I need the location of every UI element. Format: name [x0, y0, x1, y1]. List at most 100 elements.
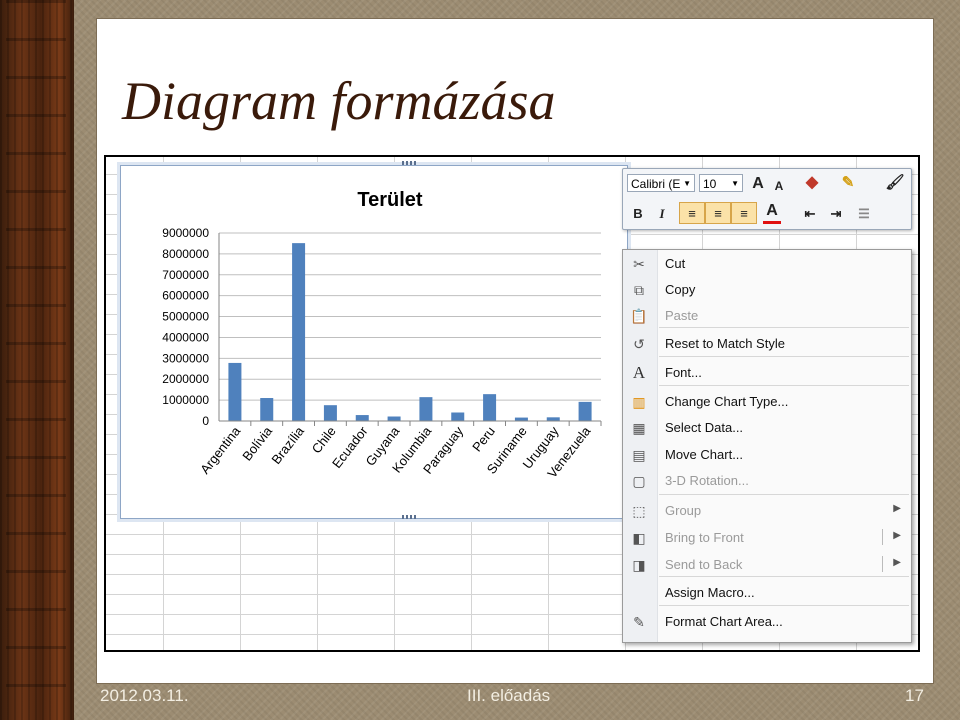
chart-title: Terület	[357, 189, 423, 211]
menu-item-label: Paste	[665, 308, 699, 323]
bar-argentina[interactable]	[228, 362, 242, 421]
decrease-indent-icon[interactable]: ⇤	[801, 203, 819, 225]
menu-item-select-data[interactable]: ▦ Select Data...	[623, 415, 911, 441]
menu-item-label: Send to Back	[665, 557, 743, 572]
format-painter-icon[interactable]: 🖌	[885, 172, 905, 194]
menu-item-paste: 📋 Paste	[623, 303, 911, 329]
submenu-arrow-icon: ▶	[893, 503, 901, 514]
chart-resize-handle-bottom[interactable]	[402, 515, 418, 519]
bar-bolívia[interactable]	[260, 398, 274, 421]
y-tick-label: 0	[202, 414, 209, 428]
menu-item-label: Change Chart Type...	[665, 394, 789, 409]
menu-item-cut[interactable]: ✂ Cut	[623, 251, 911, 277]
y-tick-label: 3000000	[162, 351, 209, 365]
bar-guyana[interactable]	[387, 416, 401, 421]
menu-item-reset-to-match-style[interactable]: ↺ Reset to Match Style	[623, 331, 911, 357]
font-name-select[interactable]: Calibri (E ▼	[627, 174, 695, 192]
reset-style-icon: ↺	[633, 336, 645, 352]
bar-kolumbia[interactable]	[419, 397, 433, 421]
y-tick-label: 4000000	[162, 330, 209, 344]
bar-peru[interactable]	[483, 394, 497, 421]
menu-item-label: Assign Macro...	[665, 585, 755, 600]
chart-type-icon: ▥	[632, 394, 646, 410]
footer-center-text: III. előadás	[467, 686, 551, 705]
y-tick-label: 9000000	[162, 226, 209, 240]
wood-strip	[0, 0, 74, 720]
menu-item-label: Move Chart...	[665, 447, 744, 462]
slide-title: Diagram formázása	[122, 71, 556, 131]
grow-font-button[interactable]: A	[749, 173, 767, 195]
copy-icon: ⧉	[634, 282, 644, 298]
italic-button[interactable]: I	[653, 203, 671, 225]
bar-chile[interactable]	[323, 405, 337, 421]
menu-item-label: Reset to Match Style	[665, 336, 785, 351]
bar-venezuela[interactable]	[578, 401, 592, 421]
y-tick-label: 5000000	[162, 310, 209, 324]
menu-item-send-to-back: ◨ Send to Back ▶	[623, 552, 911, 578]
bold-button[interactable]: B	[629, 203, 647, 225]
footer-page-number: 17	[905, 686, 924, 705]
bring-front-icon: ◧	[632, 530, 646, 546]
bar-brazília[interactable]	[292, 243, 306, 421]
font-icon: A	[632, 363, 646, 382]
context-menu: ✂ Cut ⧉ Copy 📋 Paste ↺ Reset to Match Style A Fon…	[622, 249, 912, 643]
fill-color-icon[interactable]: ◆	[801, 172, 823, 194]
menu-separator	[659, 327, 909, 328]
chart-resize-handle-top[interactable]	[402, 161, 418, 165]
align-center-icon[interactable]: ≡	[705, 202, 731, 224]
menu-item-label: 3-D Rotation...	[665, 473, 749, 488]
menu-item-bring-to-front: ◧ Bring to Front ▶	[623, 525, 911, 551]
paste-icon: 📋	[630, 308, 648, 324]
menu-separator	[659, 605, 909, 606]
x-tick-label: Brazília	[268, 423, 307, 467]
x-tick-label: Chile	[309, 424, 339, 457]
menu-item-move-chart[interactable]: ▤ Move Chart...	[623, 442, 911, 468]
menu-item-label: Cut	[665, 256, 686, 271]
increase-indent-icon[interactable]: ⇥	[827, 203, 845, 225]
menu-item-label: Format Chart Area...	[665, 614, 783, 629]
menu-separator	[659, 385, 909, 386]
menu-separator	[659, 494, 909, 495]
menu-item-group: ⬚ Group ▶	[623, 498, 911, 524]
align-right-icon[interactable]: ≡	[731, 202, 757, 224]
x-tick-label: Argentina	[197, 423, 244, 477]
menu-item-3-d-rotation: ▢ 3-D Rotation...	[623, 468, 911, 494]
format-area-icon: ✎	[633, 614, 645, 630]
font-color-button[interactable]: A	[763, 201, 781, 224]
mini-toolbar: Calibri (E ▼ 10 ▼ A A ◆ ✎ 🖌 B I ≡ ≡ ≡ A ⇤ …	[622, 168, 912, 230]
menu-item-label: Copy	[665, 282, 696, 297]
chart-area[interactable]: Terület 0 1000000 2000000 3000000 4000000 5000…	[120, 165, 628, 519]
y-tick-label: 7000000	[162, 268, 209, 282]
y-tick-label: 1000000	[162, 393, 209, 407]
menu-item-change-chart-type[interactable]: ▥ Change Chart Type...	[623, 389, 911, 415]
x-tick-label: Peru	[469, 424, 498, 455]
bar-uruguay[interactable]	[546, 417, 560, 421]
bar-paraguay[interactable]	[451, 412, 465, 421]
menu-separator	[659, 356, 909, 357]
bullets-icon[interactable]: ☰	[855, 203, 873, 225]
move-chart-icon: ▤	[632, 447, 646, 463]
bar-chart: Terület 0 1000000 2000000 3000000 4000000 5000…	[162, 189, 602, 481]
y-tick-label: 6000000	[162, 289, 209, 303]
bar-suriname[interactable]	[514, 417, 528, 421]
menu-item-label: Group	[665, 503, 702, 518]
submenu-arrow-icon: ▶	[893, 557, 901, 568]
menu-item-label: Font...	[665, 365, 702, 380]
menu-item-font[interactable]: A Font...	[623, 360, 911, 386]
menu-item-format-chart-area[interactable]: ✎ Format Chart Area...	[623, 609, 911, 635]
menu-item-label: Select Data...	[665, 420, 744, 435]
menu-item-assign-macro[interactable]: Assign Macro...	[623, 580, 911, 606]
align-left-icon[interactable]: ≡	[679, 202, 705, 224]
footer-date: 2012.03.11.	[100, 686, 189, 705]
shrink-font-button[interactable]: A	[771, 175, 787, 197]
rotation-icon: ▢	[632, 473, 646, 489]
menu-separator	[659, 576, 909, 577]
y-tick-label: 8000000	[162, 247, 209, 261]
select-data-icon: ▦	[632, 420, 646, 436]
font-size-select[interactable]: 10 ▼	[699, 174, 743, 192]
outline-color-icon[interactable]: ✎	[837, 172, 859, 194]
group-icon: ⬚	[632, 503, 646, 519]
bar-ecuador[interactable]	[355, 415, 369, 421]
menu-item-copy[interactable]: ⧉ Copy	[623, 277, 911, 303]
send-back-icon: ◨	[632, 557, 646, 573]
